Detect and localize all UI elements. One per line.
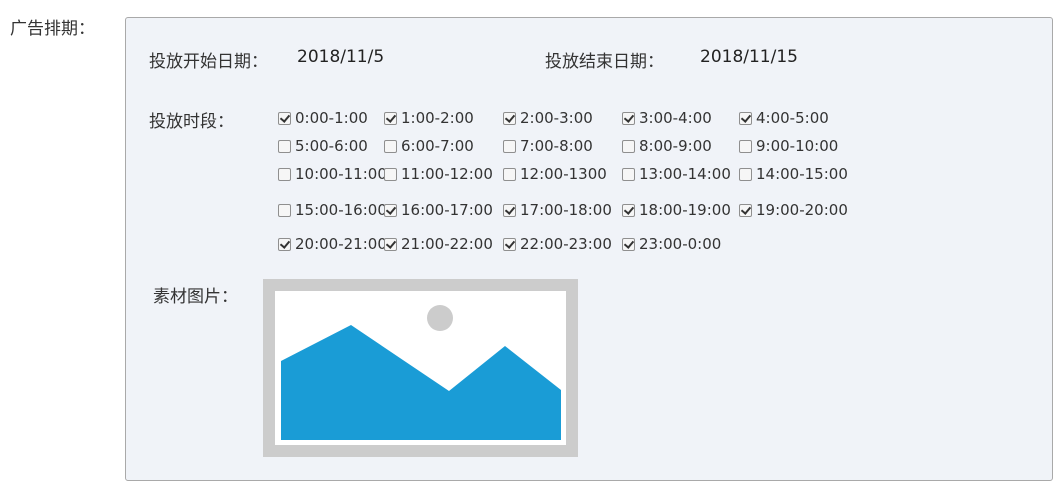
time-slot-option[interactable]: 20:00-21:00 [278, 234, 387, 254]
time-slot-checkbox[interactable] [384, 139, 397, 153]
time-slot-option[interactable]: 10:00-11:00 [278, 164, 387, 184]
ad-schedule-panel: 投放开始日期： 2018/11/5 投放结束日期： 2018/11/15 投放时… [125, 17, 1053, 481]
time-slot-label: 20:00-21:00 [295, 235, 387, 253]
time-slot-checkbox[interactable] [503, 237, 516, 251]
time-slot-label: 10:00-11:00 [295, 165, 387, 183]
time-slot-option[interactable]: 4:00-5:00 [739, 108, 829, 128]
time-slot-checkbox[interactable] [503, 167, 516, 181]
time-slot-option[interactable]: 0:00-1:00 [278, 108, 368, 128]
time-slot-label: 23:00-0:00 [639, 235, 722, 253]
time-slot-label: 19:00-20:00 [756, 201, 848, 219]
time-slot-label: 15:00-16:00 [295, 201, 387, 219]
time-slot-label: 14:00-15:00 [756, 165, 848, 183]
sun-shape [427, 305, 453, 331]
time-slot-option[interactable]: 13:00-14:00 [622, 164, 731, 184]
time-slot-label: 13:00-14:00 [639, 165, 731, 183]
time-slot-checkbox[interactable] [622, 167, 635, 181]
image-placeholder-icon [275, 291, 566, 445]
time-slot-label: 21:00-22:00 [401, 235, 493, 253]
time-slot-option[interactable]: 3:00-4:00 [622, 108, 712, 128]
time-slot-option[interactable]: 19:00-20:00 [739, 200, 848, 220]
time-slot-checkbox[interactable] [622, 139, 635, 153]
time-slot-option[interactable]: 22:00-23:00 [503, 234, 612, 254]
time-slot-checkbox[interactable] [384, 111, 397, 125]
time-slot-label: 1:00-2:00 [401, 109, 474, 127]
time-slot-option[interactable]: 11:00-12:00 [384, 164, 493, 184]
time-slot-label: 22:00-23:00 [520, 235, 612, 253]
time-slot-option[interactable]: 1:00-2:00 [384, 108, 474, 128]
time-slot-option[interactable]: 8:00-9:00 [622, 136, 712, 156]
time-slot-checkbox[interactable] [503, 111, 516, 125]
time-slot-checkbox[interactable] [278, 139, 291, 153]
time-slot-option[interactable]: 9:00-10:00 [739, 136, 838, 156]
time-slot-label: 4:00-5:00 [756, 109, 829, 127]
time-slot-checkbox[interactable] [384, 203, 397, 217]
time-slot-option[interactable]: 5:00-6:00 [278, 136, 368, 156]
time-slot-label: 0:00-1:00 [295, 109, 368, 127]
time-slot-label: 6:00-7:00 [401, 137, 474, 155]
time-slot-option[interactable]: 21:00-22:00 [384, 234, 493, 254]
material-image-label: 素材图片： [153, 287, 238, 307]
time-slot-label: 5:00-6:00 [295, 137, 368, 155]
time-slot-label: 2:00-3:00 [520, 109, 593, 127]
time-slot-option[interactable]: 2:00-3:00 [503, 108, 593, 128]
start-date-value: 2018/11/5 [297, 47, 385, 67]
time-slot-option[interactable]: 14:00-15:00 [739, 164, 848, 184]
end-date-label: 投放结束日期： [545, 52, 664, 72]
time-slot-checkbox[interactable] [384, 167, 397, 181]
time-slot-label: 9:00-10:00 [756, 137, 839, 155]
time-slot-label: 8:00-9:00 [639, 137, 712, 155]
time-slot-checkbox[interactable] [278, 203, 291, 217]
time-slot-checkbox[interactable] [278, 237, 291, 251]
time-slot-label: 3:00-4:00 [639, 109, 712, 127]
time-slot-checkbox[interactable] [622, 237, 635, 251]
time-slot-option[interactable]: 17:00-18:00 [503, 200, 612, 220]
time-slot-checkbox[interactable] [739, 167, 752, 181]
time-slot-option[interactable]: 7:00-8:00 [503, 136, 593, 156]
time-slot-checkbox[interactable] [503, 203, 516, 217]
time-slot-option[interactable]: 23:00-0:00 [622, 234, 721, 254]
time-slot-checkbox[interactable] [622, 111, 635, 125]
time-slot-checkbox[interactable] [503, 139, 516, 153]
time-slot-checkbox[interactable] [622, 203, 635, 217]
time-slots-label: 投放时段： [149, 112, 234, 132]
time-slot-option[interactable]: 15:00-16:00 [278, 200, 387, 220]
time-slot-checkbox[interactable] [278, 167, 291, 181]
time-slot-label: 18:00-19:00 [639, 201, 731, 219]
ad-schedule-label: 广告排期： [10, 19, 95, 39]
time-slot-option[interactable]: 18:00-19:00 [622, 200, 731, 220]
time-slot-label: 17:00-18:00 [520, 201, 612, 219]
time-slot-checkbox[interactable] [739, 203, 752, 217]
time-slot-option[interactable]: 6:00-7:00 [384, 136, 474, 156]
time-slot-option[interactable]: 16:00-17:00 [384, 200, 493, 220]
time-slot-checkbox[interactable] [739, 111, 752, 125]
time-slot-label: 12:00-1300 [520, 165, 607, 183]
time-slot-label: 7:00-8:00 [520, 137, 593, 155]
time-slot-label: 16:00-17:00 [401, 201, 493, 219]
time-slot-checkbox[interactable] [278, 111, 291, 125]
time-slot-checkbox[interactable] [739, 139, 752, 153]
time-slot-label: 11:00-12:00 [401, 165, 493, 183]
start-date-label: 投放开始日期： [149, 52, 268, 72]
time-slot-option[interactable]: 12:00-1300 [503, 164, 607, 184]
time-slot-checkbox[interactable] [384, 237, 397, 251]
end-date-value: 2018/11/15 [700, 47, 798, 67]
material-image[interactable] [263, 279, 578, 457]
